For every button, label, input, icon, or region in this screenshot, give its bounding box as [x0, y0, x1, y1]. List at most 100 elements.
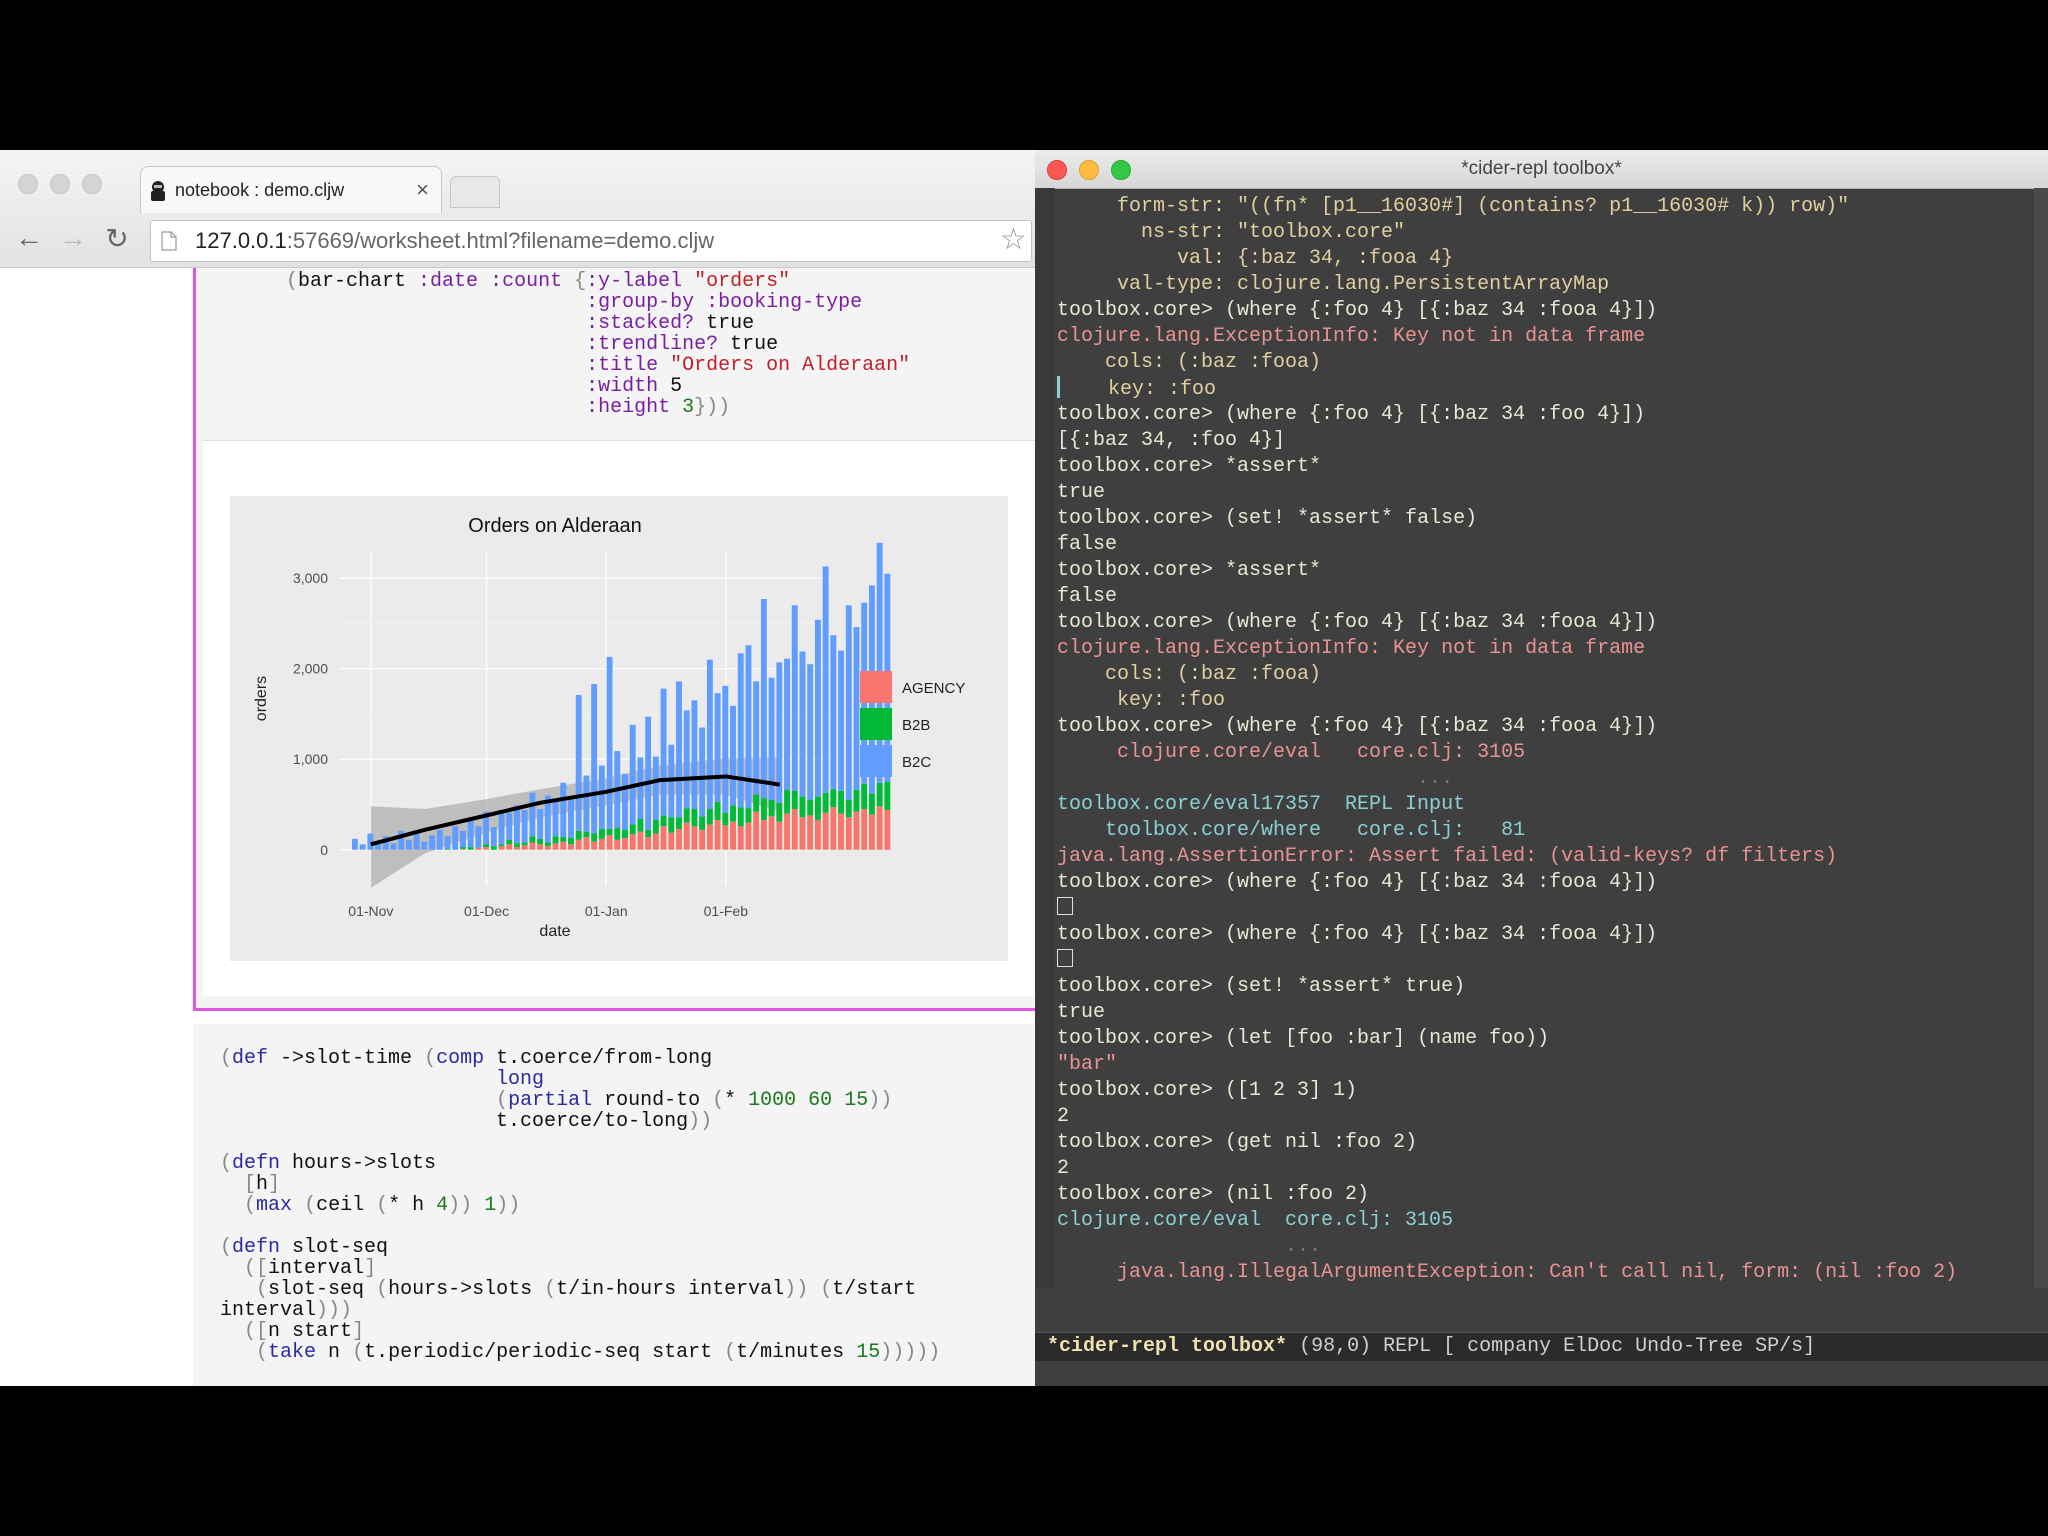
- x-axis-label: date: [539, 923, 570, 940]
- bar-agency: [753, 811, 760, 850]
- bar-b2b: [730, 805, 736, 822]
- bar-b2b: [814, 796, 821, 820]
- y-tick-label: 2,000: [293, 661, 328, 677]
- scrollbar[interactable]: [2034, 188, 2048, 1288]
- emacs-titlebar: *cider-repl toolbox*: [1035, 150, 2048, 189]
- bar-agency: [652, 833, 659, 850]
- bar-b2b: [884, 781, 891, 810]
- bar-b2c: [814, 619, 821, 797]
- code-line: (max (ceil (* h 4)) 1)): [244, 1194, 521, 1217]
- bar-b2c: [807, 664, 814, 800]
- code-editor[interactable]: (bar-chart :date :count {:y-label "order…: [286, 271, 910, 418]
- new-tab-button[interactable]: [450, 176, 500, 208]
- bar-b2c: [760, 598, 767, 799]
- bar-agency: [830, 807, 837, 850]
- bar-agency: [853, 811, 860, 850]
- repl-line: toolbox.core/where core.clj: 81: [1057, 819, 1526, 842]
- code-editor[interactable]: (def ->slot-time (comp t.coerce/from-lon…: [220, 1048, 940, 1363]
- code-line: :height 3})): [586, 396, 731, 419]
- bookmark-star-icon[interactable]: ☆: [1000, 222, 1027, 257]
- bar-agency: [629, 834, 636, 850]
- repl-line: [1057, 896, 2027, 922]
- reload-button[interactable]: ↻: [100, 222, 134, 255]
- bar-b2b: [606, 828, 613, 836]
- browser-tab[interactable]: notebook : demo.cljw ×: [140, 166, 442, 213]
- address-bar[interactable]: 127.0.0.1:57669/worksheet.html?filename=…: [150, 220, 1032, 262]
- bar-agency: [699, 829, 706, 850]
- bar-b2c: [706, 659, 713, 810]
- bar-b2c: [606, 656, 613, 829]
- bar-b2c: [421, 841, 428, 850]
- url-text: 127.0.0.1:57669/worksheet.html?filename=…: [195, 228, 714, 254]
- bar-agency: [660, 826, 667, 850]
- bar-b2c: [591, 684, 598, 834]
- minibuffer[interactable]: [1035, 1361, 2048, 1386]
- repl-line: toolbox.core> (let [foo :bar] (name foo)…: [1057, 1027, 1550, 1050]
- favicon-icon: [151, 181, 165, 201]
- x-tick-label: 01-Feb: [704, 903, 749, 919]
- bar-b2b: [583, 831, 590, 838]
- bar-b2b: [753, 794, 760, 812]
- notebook-cell-bar-chart[interactable]: (bar-chart :date :count {:y-label "order…: [193, 268, 1035, 1011]
- repl-line: toolbox.core> (nil :foo 2): [1057, 1183, 1370, 1206]
- bar-agency: [560, 841, 567, 850]
- zoom-window-button[interactable]: [82, 174, 102, 194]
- tab-close-button[interactable]: ×: [416, 177, 429, 203]
- bar-agency: [722, 825, 729, 850]
- y-axis-label: orders: [253, 676, 270, 721]
- bar-b2b: [668, 817, 675, 833]
- notebook-cell-code[interactable]: (def ->slot-time (comp t.coerce/from-lon…: [193, 1024, 1035, 1386]
- bar-agency: [622, 838, 628, 850]
- bar-b2b: [506, 839, 513, 845]
- bar-b2b: [498, 844, 505, 847]
- close-window-button[interactable]: [18, 174, 38, 194]
- bar-b2c: [521, 809, 528, 843]
- bar-b2c: [784, 658, 790, 791]
- bar-b2b: [838, 790, 845, 814]
- bar-b2b: [598, 828, 605, 839]
- repl-buffer[interactable]: form-str: "((fn* [p1__16030#] (contains?…: [1057, 194, 2027, 1284]
- bar-b2b: [544, 842, 551, 847]
- bar-b2c: [537, 809, 544, 839]
- legend-swatch-b2c: [860, 745, 892, 777]
- repl-line: toolbox.core> *assert*: [1057, 559, 1322, 582]
- back-button[interactable]: ←: [12, 222, 46, 254]
- repl-line: toolbox.core> (where {:foo 4} [{:baz 34 …: [1057, 403, 1646, 426]
- bar-chart: 0 1,000 2,000 3,000 01-Nov 01-Dec 01-Jan 01-Feb…: [230, 496, 1008, 961]
- forward-button[interactable]: →: [56, 222, 90, 254]
- bar-b2b: [853, 790, 860, 812]
- bar-b2c: [467, 818, 474, 848]
- bar-agency: [475, 847, 482, 850]
- bar-b2b: [614, 828, 621, 840]
- bar-agency: [868, 814, 875, 850]
- bar-b2c: [506, 812, 513, 840]
- bar-b2b: [691, 809, 698, 827]
- modeline-status: (98,0) REPL [ company ElDoc Undo-Tree SP…: [1287, 1335, 1816, 1358]
- bar-agency: [776, 821, 783, 850]
- repl-line: ...: [1057, 1235, 1322, 1258]
- bar-agency: [529, 842, 536, 850]
- bar-b2b: [776, 802, 783, 822]
- bar-b2b: [568, 838, 574, 845]
- bar-agency: [568, 844, 574, 850]
- repl-line: toolbox.core> ([1 2 3] 1): [1057, 1079, 1358, 1102]
- bar-b2c: [737, 653, 744, 808]
- repl-line: clojure.lang.ExceptionInfo: Key not in d…: [1057, 325, 1646, 348]
- repl-line: toolbox.core> (where {:foo 4} [{:baz 34 …: [1057, 611, 1658, 634]
- y-tick-label: 1,000: [293, 751, 328, 767]
- bar-b2b: [591, 833, 598, 842]
- bar-b2c: [490, 827, 497, 847]
- bar-b2c: [405, 839, 412, 850]
- bar-agency: [459, 848, 466, 850]
- bar-b2c: [776, 662, 783, 803]
- repl-line: true: [1057, 1001, 1106, 1024]
- repl-line: "bar": [1057, 1053, 1118, 1076]
- bar-agency: [676, 828, 682, 850]
- bar-b2c: [691, 700, 698, 810]
- bar-b2c: [598, 765, 605, 829]
- bar-b2b: [660, 815, 667, 827]
- minimize-window-button[interactable]: [50, 174, 70, 194]
- bar-b2b: [737, 807, 744, 827]
- code-line: (bar-chart :date :count {:y-label "order…: [286, 270, 791, 293]
- bar-agency: [884, 809, 891, 850]
